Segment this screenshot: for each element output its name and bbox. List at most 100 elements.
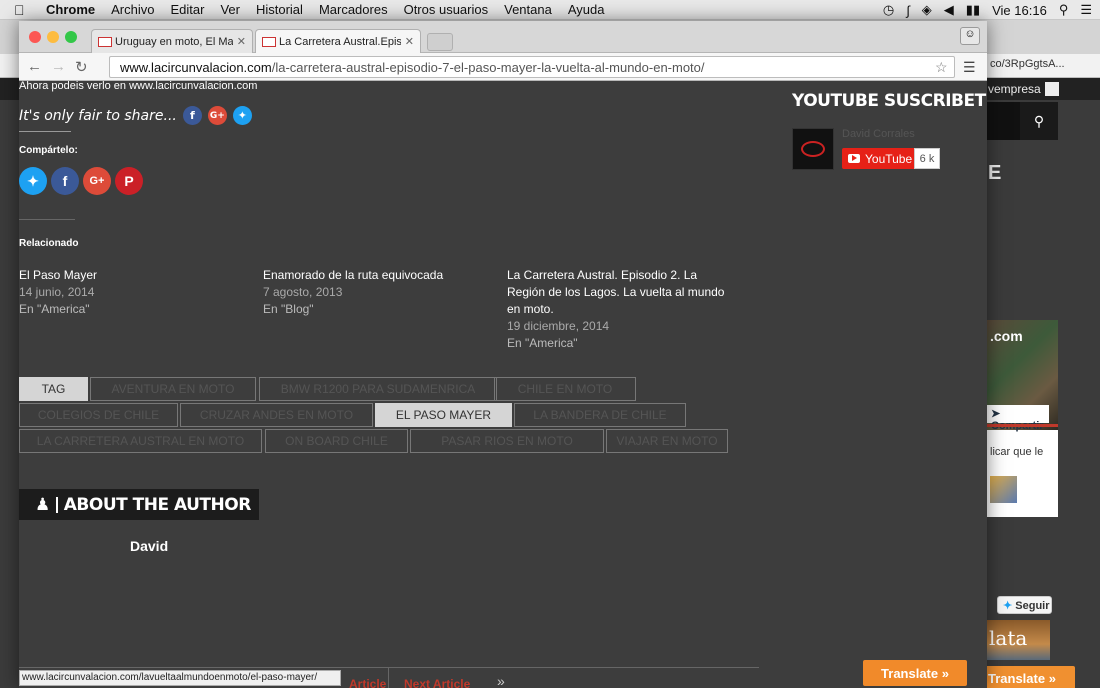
apple-icon[interactable]:  xyxy=(14,2,32,18)
tag-link[interactable]: ON BOARD CHILE xyxy=(265,429,408,453)
browser-window: Uruguay en moto, El Mar de ✕ La Carreter… xyxy=(19,21,987,688)
reload-icon[interactable]: ↻ xyxy=(75,58,88,76)
wifi-icon[interactable]: ◈ xyxy=(922,2,932,18)
background-share-button[interactable]: ➤ Compartir xyxy=(987,405,1049,432)
related-post-title[interactable]: Enamorado de la ruta equivocada xyxy=(263,267,483,284)
battery-icon[interactable]: ▮▮ xyxy=(966,2,980,18)
address-domain: www.lacircunvalacion.com xyxy=(120,60,272,75)
menu-ver[interactable]: Ver xyxy=(220,2,240,17)
banner-text: lata xyxy=(989,626,1028,650)
volume-icon[interactable]: ◀ xyxy=(944,2,954,18)
address-bar[interactable]: www.lacircunvalacion.com/la-carretera-au… xyxy=(109,56,955,78)
youtube-channel-avatar[interactable] xyxy=(792,128,834,170)
tag-link[interactable]: CRUZAR ANDES EN MOTO xyxy=(180,403,373,427)
notification-center-icon[interactable]: ☰ xyxy=(1080,2,1092,18)
close-tab-icon[interactable]: ✕ xyxy=(237,35,246,48)
related-post-title[interactable]: El Paso Mayer xyxy=(19,267,239,284)
fair-share-underline xyxy=(19,131,71,132)
profile-icon[interactable]: ☺ xyxy=(960,27,980,45)
compartelo-label: Compártelo: xyxy=(19,145,78,156)
tag-link[interactable]: VIAJAR EN MOTO xyxy=(606,429,728,453)
back-arrow-icon[interactable]: ← xyxy=(27,58,42,75)
double-chevron-right-icon[interactable]: » xyxy=(497,673,505,688)
background-heading-fragment: E xyxy=(988,162,1002,184)
menu-ventana[interactable]: Ventana xyxy=(504,2,552,17)
facebook-icon[interactable]: f xyxy=(182,106,202,125)
new-tab-button[interactable] xyxy=(427,33,453,51)
youtube-channel-name[interactable]: David Corrales xyxy=(842,128,915,140)
minimize-window-button[interactable] xyxy=(47,31,59,43)
section-divider xyxy=(19,219,75,220)
heading-separator xyxy=(55,496,58,513)
background-twitter-follow-button[interactable]: ✦ Seguir xyxy=(997,596,1052,614)
youtube-subscribe-button[interactable]: YouTube xyxy=(842,148,914,169)
close-tab-icon[interactable]: ✕ xyxy=(405,35,414,48)
menu-otros-usuarios[interactable]: Otros usuarios xyxy=(404,2,489,17)
empresa-label: vempresa xyxy=(988,82,1041,96)
menu-app-chrome[interactable]: Chrome xyxy=(46,2,95,17)
tab-uruguay[interactable]: Uruguay en moto, El Mar de ✕ xyxy=(91,29,253,53)
site-favicon-icon xyxy=(262,36,276,47)
youtube-play-icon xyxy=(848,154,860,163)
tag-link[interactable]: COLEGIOS DE CHILE xyxy=(19,403,178,427)
related-post-date: 14 junio, 2014 xyxy=(19,285,95,299)
close-window-button[interactable] xyxy=(29,31,41,43)
background-text-fragment: licar que le xyxy=(990,446,1044,458)
bookmark-star-icon[interactable]: ☆ xyxy=(935,59,948,76)
tag-link[interactable]: AVENTURA EN MOTO xyxy=(90,377,256,401)
tag-link-active[interactable]: EL PASO MAYER xyxy=(375,403,512,427)
fair-share-label: It's only fair to share... xyxy=(19,107,177,124)
related-post-title[interactable]: La Carretera Austral. Episodio 2. La Reg… xyxy=(507,267,727,318)
translate-button[interactable]: Translate » xyxy=(863,660,967,686)
next-article-link[interactable]: Next Article xyxy=(404,677,470,688)
tab-carretera-austral[interactable]: La Carretera Austral.Episod ✕ xyxy=(255,29,421,53)
background-banner-image[interactable]: lata xyxy=(987,620,1050,660)
previous-article-link[interactable]: Article xyxy=(349,677,386,688)
background-url-fragment: co/3RpGgtsA... xyxy=(990,58,1065,70)
share-buttons: ✦ f G+ P xyxy=(19,167,143,195)
status-bar-url: www.lacircunvalacion.com/lavueltaalmundo… xyxy=(19,670,341,686)
page-content: Ahora podeis verlo en www.lacircunvalaci… xyxy=(19,81,987,688)
bluetooth-icon[interactable]: ∫ xyxy=(906,3,910,18)
share-arrow-icon: ➤ xyxy=(991,408,1001,420)
background-translate-button[interactable]: Translate » xyxy=(980,666,1075,688)
tab-bar: Uruguay en moto, El Mar de ✕ La Carreter… xyxy=(19,21,987,53)
share-twitter-icon[interactable]: ✦ xyxy=(19,167,47,195)
zoom-window-button[interactable] xyxy=(65,31,77,43)
chrome-menu-icon[interactable]: ☰ xyxy=(963,59,976,76)
related-post: La Carretera Austral. Episodio 2. La Reg… xyxy=(507,267,727,352)
menu-historial[interactable]: Historial xyxy=(256,2,303,17)
menu-archivo[interactable]: Archivo xyxy=(111,2,154,17)
time-machine-icon[interactable]: ◷ xyxy=(883,2,894,18)
menu-ayuda[interactable]: Ayuda xyxy=(568,2,605,17)
share-google-plus-icon[interactable]: G+ xyxy=(83,167,111,195)
related-heading: Relacionado xyxy=(19,238,79,249)
menu-editar[interactable]: Editar xyxy=(170,2,204,17)
browser-toolbar: ← → ↻ www.lacircunvalacion.com/la-carret… xyxy=(19,53,987,81)
share-facebook-icon[interactable]: f xyxy=(51,167,79,195)
author-name[interactable]: David xyxy=(130,538,168,554)
related-post: El Paso Mayer 14 junio, 2014 En "America… xyxy=(19,267,239,318)
tag-link[interactable]: CHILE EN MOTO xyxy=(494,377,636,401)
seguir-label: Seguir xyxy=(1015,600,1050,612)
macos-menubar:  Chrome Archivo Editar Ver Historial Ma… xyxy=(0,0,1100,20)
menu-marcadores[interactable]: Marcadores xyxy=(319,2,388,17)
tag-link[interactable]: PASAR RIOS EN MOTO xyxy=(410,429,604,453)
share-pinterest-icon[interactable]: P xyxy=(115,167,143,195)
background-red-divider xyxy=(987,424,1058,427)
background-empresa-link[interactable]: vempresa xyxy=(988,82,1059,96)
clock[interactable]: Vie 16:16 xyxy=(992,3,1047,18)
background-search-icon[interactable]: ⚲ xyxy=(1020,102,1058,140)
google-plus-icon[interactable]: G+ xyxy=(207,106,227,125)
forward-arrow-icon[interactable]: → xyxy=(51,58,66,75)
background-thumbnail[interactable] xyxy=(990,476,1017,503)
tag-link[interactable]: LA BANDERA DE CHILE xyxy=(514,403,686,427)
spotlight-search-icon[interactable]: ⚲ xyxy=(1059,2,1069,18)
twitter-icon[interactable]: ✦ xyxy=(232,106,252,125)
footer-separator xyxy=(388,667,389,688)
tab-title: Uruguay en moto, El Mar de xyxy=(115,35,233,48)
tag-link[interactable]: LA CARRETERA AUSTRAL EN MOTO xyxy=(19,429,262,453)
youtube-subscriber-count: 6 k xyxy=(914,148,940,169)
tag-link[interactable]: BMW R1200 PARA SUDAMENRICA xyxy=(259,377,497,401)
fair-share-row: It's only fair to share... f G+ ✦ xyxy=(19,106,252,125)
